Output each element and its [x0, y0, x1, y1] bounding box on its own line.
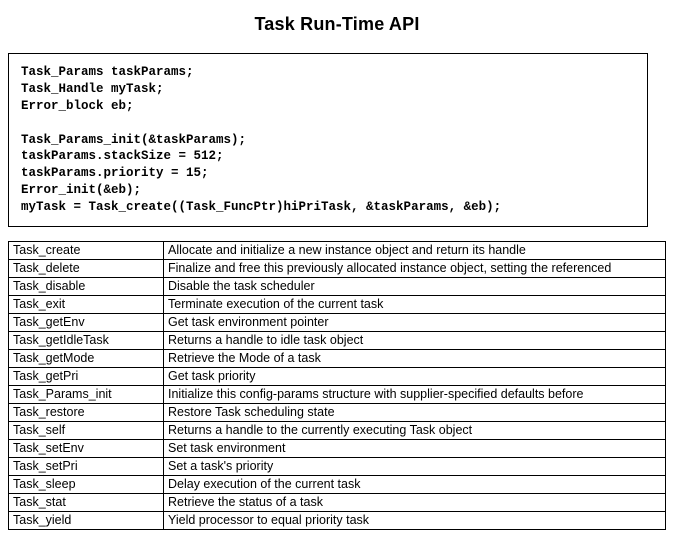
- api-function-name: Task_create: [9, 241, 164, 259]
- code-example-box: Task_Params taskParams; Task_Handle myTa…: [8, 53, 648, 227]
- table-row: Task_statRetrieve the status of a task: [9, 493, 666, 511]
- api-function-name: Task_getEnv: [9, 313, 164, 331]
- api-function-description: Returns a handle to the currently execut…: [164, 421, 666, 439]
- api-function-description: Allocate and initialize a new instance o…: [164, 241, 666, 259]
- table-row: Task_restoreRestore Task scheduling stat…: [9, 403, 666, 421]
- api-function-description: Finalize and free this previously alloca…: [164, 259, 666, 277]
- table-row: Task_setEnvSet task environment: [9, 439, 666, 457]
- table-row: Task_getPriGet task priority: [9, 367, 666, 385]
- api-function-name: Task_setEnv: [9, 439, 164, 457]
- api-function-description: Get task environment pointer: [164, 313, 666, 331]
- table-row: Task_yieldYield processor to equal prior…: [9, 511, 666, 529]
- table-row: Task_getIdleTaskReturns a handle to idle…: [9, 331, 666, 349]
- table-row: Task_getModeRetrieve the Mode of a task: [9, 349, 666, 367]
- api-function-description: Delay execution of the current task: [164, 475, 666, 493]
- api-function-description: Disable the task scheduler: [164, 277, 666, 295]
- api-function-name: Task_delete: [9, 259, 164, 277]
- api-function-description: Set task environment: [164, 439, 666, 457]
- api-function-description: Terminate execution of the current task: [164, 295, 666, 313]
- page-title: Task Run-Time API: [8, 14, 666, 35]
- table-row: Task_deleteFinalize and free this previo…: [9, 259, 666, 277]
- api-function-description: Retrieve the status of a task: [164, 493, 666, 511]
- table-row: Task_setPriSet a task's priority: [9, 457, 666, 475]
- api-function-name: Task_self: [9, 421, 164, 439]
- api-function-name: Task_restore: [9, 403, 164, 421]
- api-table: Task_createAllocate and initialize a new…: [8, 241, 666, 530]
- api-function-description: Retrieve the Mode of a task: [164, 349, 666, 367]
- api-function-name: Task_stat: [9, 493, 164, 511]
- api-function-name: Task_Params_init: [9, 385, 164, 403]
- api-function-name: Task_yield: [9, 511, 164, 529]
- api-function-name: Task_setPri: [9, 457, 164, 475]
- table-row: Task_disableDisable the task scheduler: [9, 277, 666, 295]
- api-function-name: Task_disable: [9, 277, 164, 295]
- table-row: Task_selfReturns a handle to the current…: [9, 421, 666, 439]
- table-row: Task_exitTerminate execution of the curr…: [9, 295, 666, 313]
- table-row: Task_sleepDelay execution of the current…: [9, 475, 666, 493]
- api-function-name: Task_getIdleTask: [9, 331, 164, 349]
- api-function-name: Task_getMode: [9, 349, 164, 367]
- api-function-description: Get task priority: [164, 367, 666, 385]
- table-row: Task_getEnvGet task environment pointer: [9, 313, 666, 331]
- table-row: Task_Params_initInitialize this config-p…: [9, 385, 666, 403]
- api-function-name: Task_sleep: [9, 475, 164, 493]
- api-function-description: Yield processor to equal priority task: [164, 511, 666, 529]
- api-function-name: Task_exit: [9, 295, 164, 313]
- api-function-description: Initialize this config-params structure …: [164, 385, 666, 403]
- api-function-description: Set a task's priority: [164, 457, 666, 475]
- table-row: Task_createAllocate and initialize a new…: [9, 241, 666, 259]
- api-function-description: Restore Task scheduling state: [164, 403, 666, 421]
- api-function-name: Task_getPri: [9, 367, 164, 385]
- api-function-description: Returns a handle to idle task object: [164, 331, 666, 349]
